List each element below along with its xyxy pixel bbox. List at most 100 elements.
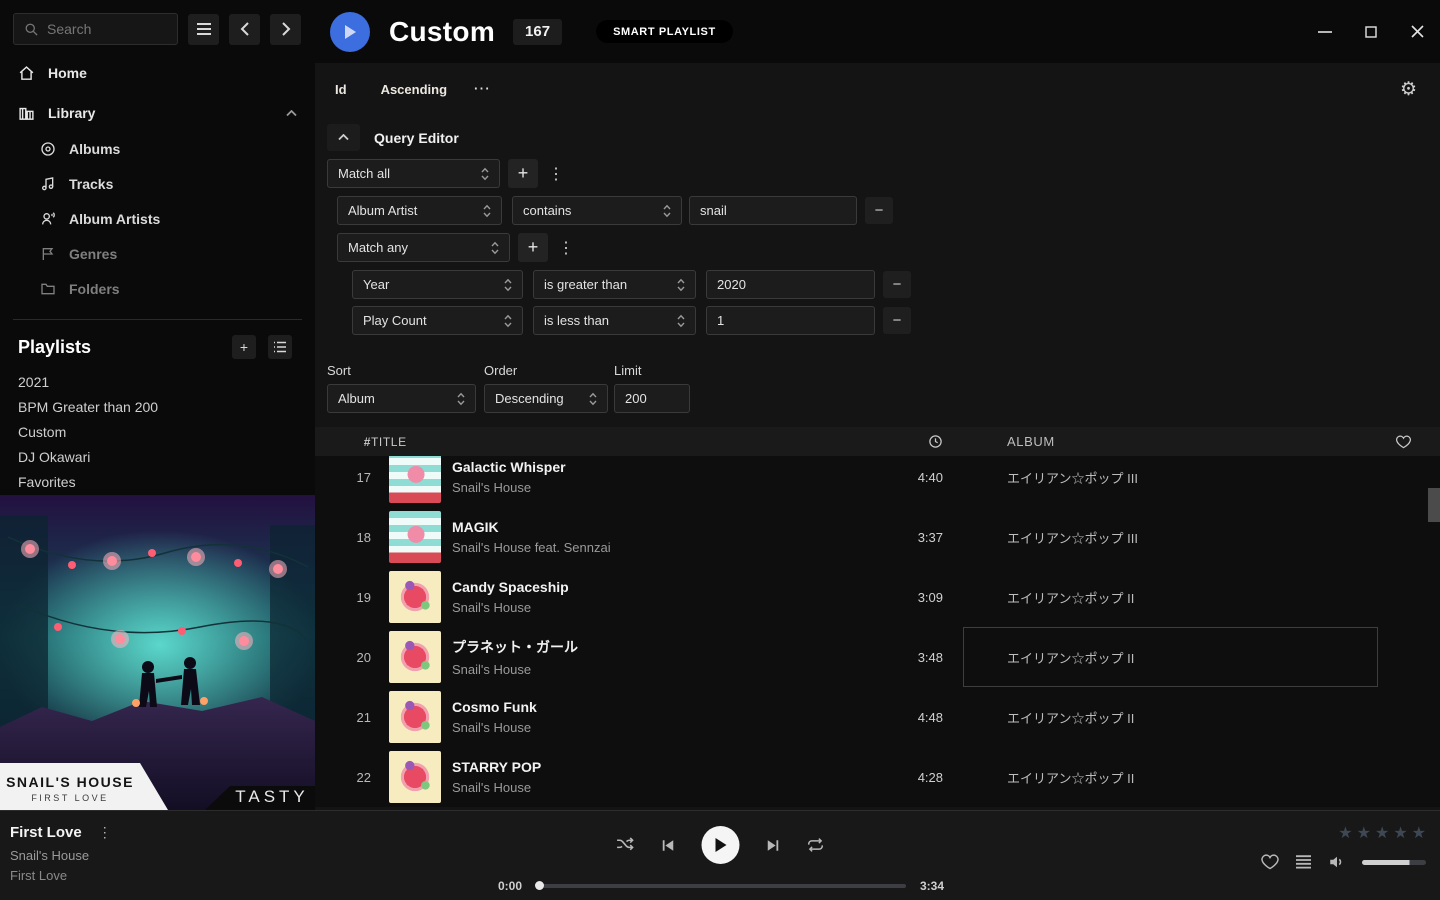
playlist-item[interactable]: 2021 <box>0 369 315 394</box>
rule-operator-select[interactable]: is less than <box>533 306 696 335</box>
rating-stars[interactable]: ★ ★ ★ ★ ★ <box>1261 823 1426 843</box>
playlist-item[interactable]: Custom <box>0 419 315 444</box>
shuffle-icon[interactable] <box>616 837 635 853</box>
track-table: # TITLE ALBUM 17 <box>315 427 1440 807</box>
track-row[interactable]: 18 MAGIK Snail's House feat. Sennzai 3:3… <box>315 507 1440 567</box>
collapse-query-editor-button[interactable] <box>327 124 360 151</box>
rule-operator-select[interactable]: contains <box>512 196 682 225</box>
star-icon[interactable]: ★ <box>1375 823 1389 843</box>
sidebar: Search Home <box>0 0 315 810</box>
maximize-button[interactable] <box>1348 0 1394 63</box>
sidebar-item-album-artists[interactable]: Album Artists <box>0 201 315 236</box>
select-value: Match any <box>348 240 491 255</box>
group-menu-icon[interactable]: ⋮ <box>558 238 572 258</box>
sidebar-item-library[interactable]: Library <box>0 101 315 125</box>
chevron-up-icon[interactable] <box>286 110 297 117</box>
now-playing-artwork: SNAIL'S HOUSE FIRST LOVE TASTY <box>0 495 315 810</box>
track-title: Candy Spaceship <box>452 579 847 595</box>
duration-clock-icon[interactable] <box>847 434 943 449</box>
track-row[interactable]: 17 Galactic Whisper Snail's House 4:40 エ… <box>315 456 1440 507</box>
next-track-icon[interactable] <box>766 838 781 853</box>
sort-select[interactable]: Album <box>327 384 476 413</box>
select-spinner-icon <box>504 278 512 292</box>
seek-bar[interactable] <box>536 884 906 888</box>
star-icon[interactable]: ★ <box>1338 823 1352 843</box>
play-playlist-button[interactable] <box>330 12 370 52</box>
sidebar-item-label: Album Artists <box>69 211 160 227</box>
order-select[interactable]: Descending <box>484 384 608 413</box>
match-type-select[interactable]: Match all <box>327 159 500 188</box>
favorite-heart-icon[interactable] <box>1395 435 1440 449</box>
forward-button[interactable] <box>270 14 301 45</box>
remove-rule-button[interactable]: − <box>865 197 893 224</box>
rule-value-input[interactable] <box>706 270 875 299</box>
star-icon[interactable]: ★ <box>1412 823 1426 843</box>
sidebar-item-genres[interactable]: Genres <box>0 236 315 271</box>
remove-rule-button[interactable]: − <box>883 307 911 334</box>
close-button[interactable] <box>1394 0 1440 63</box>
main-panel: Custom 167 SMART PLAYLIST Id A <box>315 0 1440 810</box>
previous-track-icon[interactable] <box>661 838 676 853</box>
remove-rule-button[interactable]: − <box>883 271 911 298</box>
track-row[interactable]: 22 STARRY POP Snail's House 4:28 エイリアン☆ポ… <box>315 747 1440 807</box>
track-index: 20 <box>315 650 371 665</box>
column-title[interactable]: TITLE <box>371 435 847 449</box>
gear-icon[interactable]: ⚙ <box>1400 78 1417 101</box>
select-spinner-icon <box>589 392 597 406</box>
star-icon[interactable]: ★ <box>1357 823 1371 843</box>
sidebar-item-tracks[interactable]: Tracks <box>0 166 315 201</box>
track-album: エイリアン☆ポップ II <box>975 708 1395 727</box>
now-playing-artist[interactable]: Snail's House <box>10 848 112 863</box>
add-rule-button[interactable]: + <box>518 233 548 262</box>
sidebar-item-albums[interactable]: Albums <box>0 131 315 166</box>
column-index[interactable]: # <box>315 435 371 449</box>
playlist-item[interactable]: Favorites <box>0 469 315 494</box>
seek-handle[interactable] <box>535 881 544 890</box>
rule-operator-select[interactable]: is greater than <box>533 270 696 299</box>
add-playlist-button[interactable]: + <box>232 335 256 359</box>
minimize-button[interactable] <box>1302 0 1348 63</box>
elapsed-time: 0:00 <box>498 879 522 893</box>
sidebar-item-home[interactable]: Home <box>0 61 315 85</box>
volume-slider[interactable] <box>1362 860 1426 865</box>
now-playing-menu-icon[interactable]: ⋮ <box>98 824 112 841</box>
track-duration: 4:28 <box>847 770 943 785</box>
favorite-heart-icon[interactable] <box>1261 854 1279 870</box>
menu-icon[interactable] <box>188 14 219 45</box>
sort-field-button[interactable]: Id <box>335 82 347 97</box>
repeat-icon[interactable] <box>807 837 825 853</box>
play-button[interactable] <box>702 826 740 864</box>
match-type-select[interactable]: Match any <box>337 233 510 262</box>
add-rule-button[interactable]: + <box>508 159 538 188</box>
select-spinner-icon <box>677 278 685 292</box>
sidebar-item-label: Folders <box>69 281 120 297</box>
track-row[interactable]: 19 Candy Spaceship Snail's House 3:09 エイ… <box>315 567 1440 627</box>
sidebar-item-folders[interactable]: Folders <box>0 271 315 306</box>
rule-value-input[interactable] <box>706 306 875 335</box>
limit-input[interactable] <box>614 384 690 413</box>
sort-direction-button[interactable]: Ascending <box>381 82 447 97</box>
track-row[interactable]: 20 プラネット・ガール Snail's House 3:48 エイリアン☆ポッ… <box>315 627 1440 687</box>
back-button[interactable] <box>229 14 260 45</box>
star-icon[interactable]: ★ <box>1393 823 1407 843</box>
search-input[interactable]: Search <box>13 13 178 45</box>
rule-field-select[interactable]: Year <box>352 270 523 299</box>
track-artist: Snail's House <box>452 780 847 795</box>
playlist-item[interactable]: DJ Okawari <box>0 444 315 469</box>
track-row[interactable]: 21 Cosmo Funk Snail's House 4:48 エイリアン☆ポ… <box>315 687 1440 747</box>
scrollbar-thumb[interactable] <box>1428 488 1440 522</box>
select-spinner-icon <box>491 241 499 255</box>
playlist-list-button[interactable] <box>268 335 292 359</box>
playlist-item[interactable]: BPM Greater than 200 <box>0 394 315 419</box>
rule-field-select[interactable]: Album Artist <box>337 196 502 225</box>
now-playing-album[interactable]: First Love <box>10 868 112 883</box>
select-spinner-icon <box>483 204 491 218</box>
rule-field-select[interactable]: Play Count <box>352 306 523 335</box>
group-menu-icon[interactable]: ⋮ <box>548 164 562 184</box>
volume-icon[interactable] <box>1328 854 1346 870</box>
rule-value-input[interactable] <box>689 196 857 225</box>
queue-icon[interactable] <box>1295 855 1312 869</box>
column-album[interactable]: ALBUM <box>975 434 1395 449</box>
more-options-icon[interactable]: ⋯ <box>473 79 491 99</box>
divider <box>13 319 302 320</box>
